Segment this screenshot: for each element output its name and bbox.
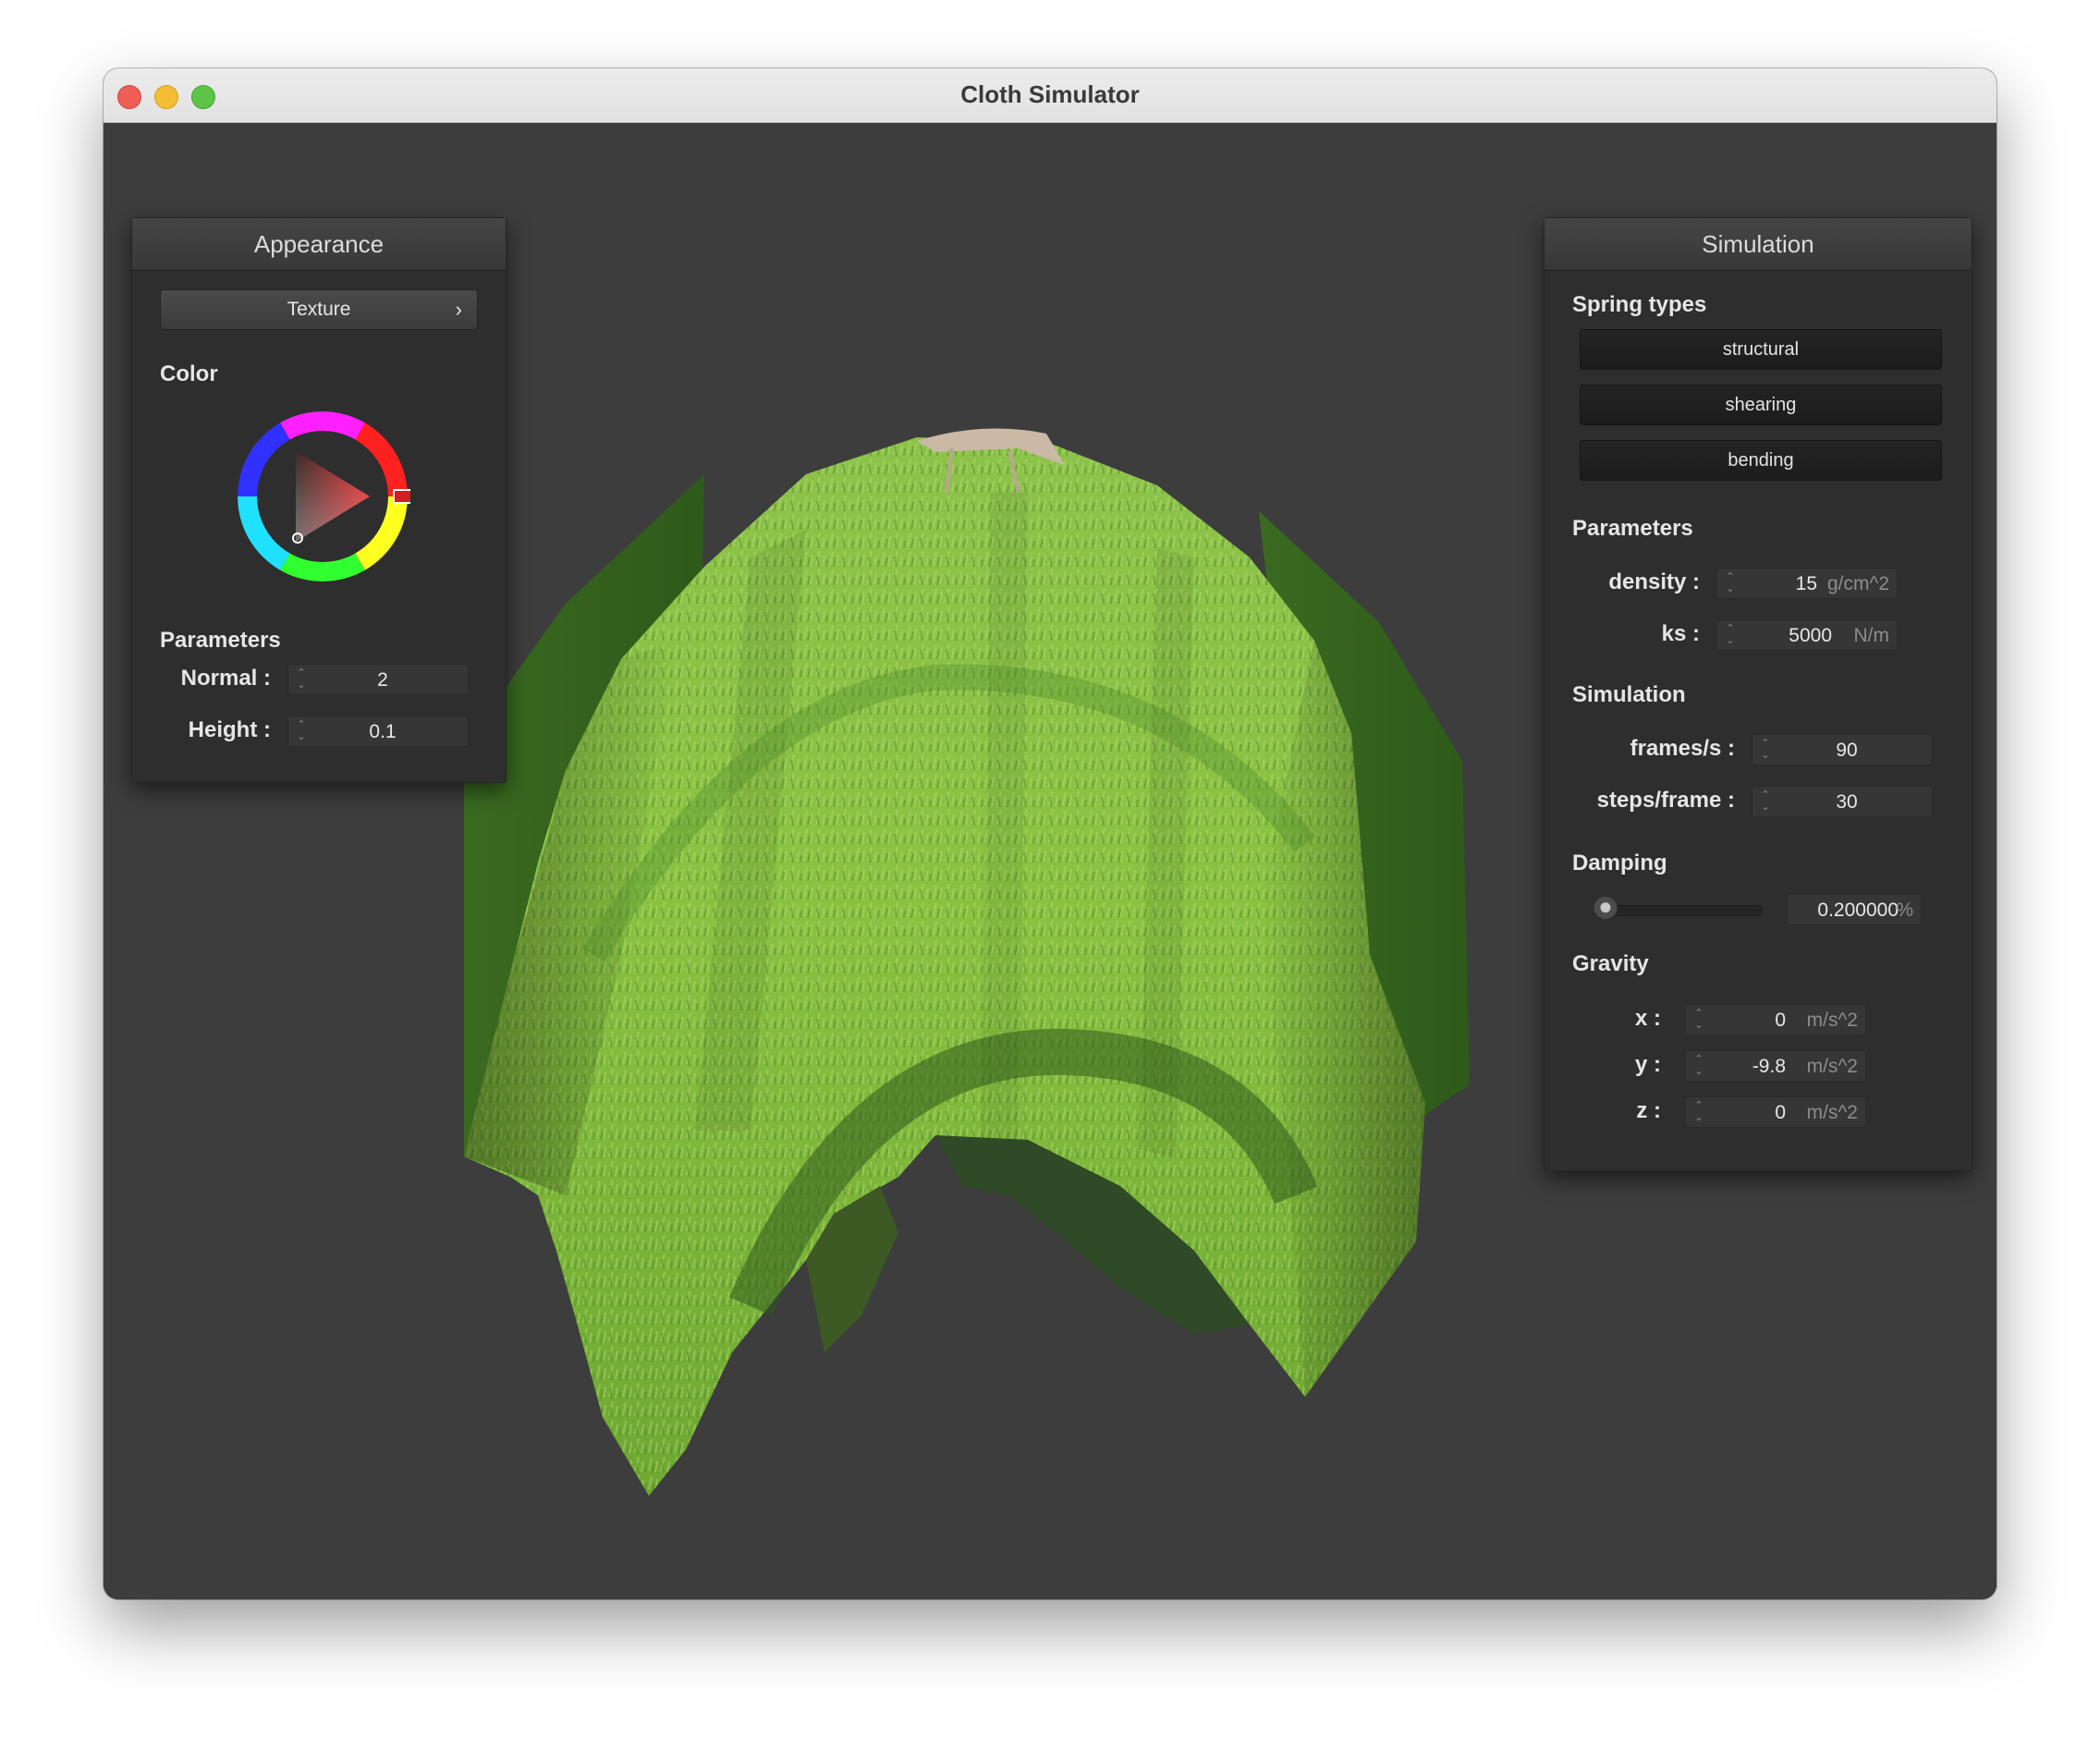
- frames-per-second-label: frames/s :: [1630, 736, 1735, 761]
- gravity-y-input[interactable]: ⌃ ⌄ -9.8 m/s^2: [1685, 1050, 1866, 1082]
- damping-value: 0.200000: [1817, 900, 1899, 921]
- normal-label: Normal :: [180, 666, 271, 691]
- density-unit: g/cm^2: [1826, 573, 1889, 594]
- gravity-z-input[interactable]: ⌃ ⌄ 0 m/s^2: [1685, 1096, 1866, 1128]
- appearance-panel-header: Appearance: [132, 218, 506, 271]
- steps-per-frame-value: 30: [1836, 791, 1858, 813]
- normal-value: 2: [377, 669, 388, 691]
- simulation-panel: Simulation Spring types structural shear…: [1544, 217, 1972, 1171]
- steps-per-frame-label: steps/frame :: [1596, 788, 1735, 813]
- damping-slider-handle[interactable]: [1593, 897, 1618, 921]
- chevron-right-icon: ›: [455, 298, 462, 321]
- 3d-viewport[interactable]: Appearance Texture › Color Parameters No…: [104, 123, 1996, 1599]
- damping-slider-track[interactable]: [1600, 905, 1763, 916]
- color-label: Color: [160, 361, 218, 386]
- normal-input[interactable]: ⌃ ⌄ 2: [287, 664, 469, 695]
- height-input[interactable]: ⌃ ⌄ 0.1: [287, 716, 469, 747]
- gravity-x-label: x :: [1634, 1006, 1661, 1031]
- damping-label: Damping: [1572, 851, 1667, 875]
- app-window: Cloth Simulator Appearance Texture › Col…: [104, 68, 1996, 1599]
- texture-button-label: Texture: [287, 299, 351, 320]
- gravity-z-label: z :: [1636, 1098, 1661, 1123]
- simulation-section-label: Simulation: [1572, 682, 1686, 707]
- gravity-z-value: 0: [1775, 1102, 1786, 1123]
- stepper-icon[interactable]: ⌃ ⌄: [1725, 623, 1736, 647]
- gravity-label: Gravity: [1572, 951, 1649, 976]
- color-wheel[interactable]: [235, 409, 410, 584]
- structural-button[interactable]: structural: [1580, 329, 1942, 370]
- frames-per-second-value: 90: [1836, 740, 1858, 761]
- gravity-x-unit: m/s^2: [1806, 1010, 1858, 1031]
- frames-per-second-input[interactable]: ⌃ ⌄ 90: [1752, 734, 1933, 765]
- gravity-z-unit: m/s^2: [1806, 1102, 1858, 1123]
- ks-unit: N/m: [1853, 625, 1890, 646]
- height-label: Height :: [188, 717, 271, 742]
- density-label: density :: [1608, 569, 1700, 594]
- sim-parameters-label: Parameters: [1572, 516, 1693, 541]
- steps-per-frame-input[interactable]: ⌃ ⌄ 30: [1752, 786, 1933, 817]
- stepper-icon[interactable]: ⌃ ⌄: [1693, 1008, 1704, 1032]
- density-input[interactable]: ⌃ ⌄ 15 g/cm^2: [1716, 568, 1898, 599]
- simulation-panel-header: Simulation: [1544, 218, 1972, 271]
- height-value: 0.1: [369, 721, 397, 742]
- stepper-icon[interactable]: ⌃ ⌄: [1725, 571, 1736, 595]
- gravity-y-label: y :: [1634, 1052, 1661, 1077]
- shearing-button[interactable]: shearing: [1580, 385, 1942, 425]
- ks-value: 5000: [1789, 625, 1832, 646]
- gravity-y-value: -9.8: [1752, 1056, 1786, 1077]
- spring-types-label: Spring types: [1572, 292, 1707, 317]
- ks-label: ks :: [1661, 621, 1700, 646]
- title-bar: Cloth Simulator: [104, 68, 1996, 123]
- texture-button[interactable]: Texture ›: [160, 289, 478, 330]
- bending-button[interactable]: bending: [1580, 440, 1942, 481]
- window-title: Cloth Simulator: [960, 80, 1140, 108]
- stepper-icon[interactable]: ⌃ ⌄: [1693, 1054, 1704, 1078]
- density-value: 15: [1795, 573, 1817, 594]
- stepper-icon[interactable]: ⌃ ⌄: [1693, 1100, 1704, 1124]
- ks-input[interactable]: ⌃ ⌄ 5000 N/m: [1716, 619, 1898, 651]
- gravity-x-input[interactable]: ⌃ ⌄ 0 m/s^2: [1685, 1004, 1866, 1035]
- damping-unit: %: [1896, 900, 1913, 921]
- damping-value-box[interactable]: 0.200000 %: [1787, 894, 1922, 925]
- gravity-x-value: 0: [1775, 1010, 1786, 1031]
- appearance-parameters-label: Parameters: [160, 628, 281, 653]
- appearance-panel: Appearance Texture › Color Parameters No…: [131, 217, 507, 783]
- gravity-y-unit: m/s^2: [1806, 1056, 1858, 1077]
